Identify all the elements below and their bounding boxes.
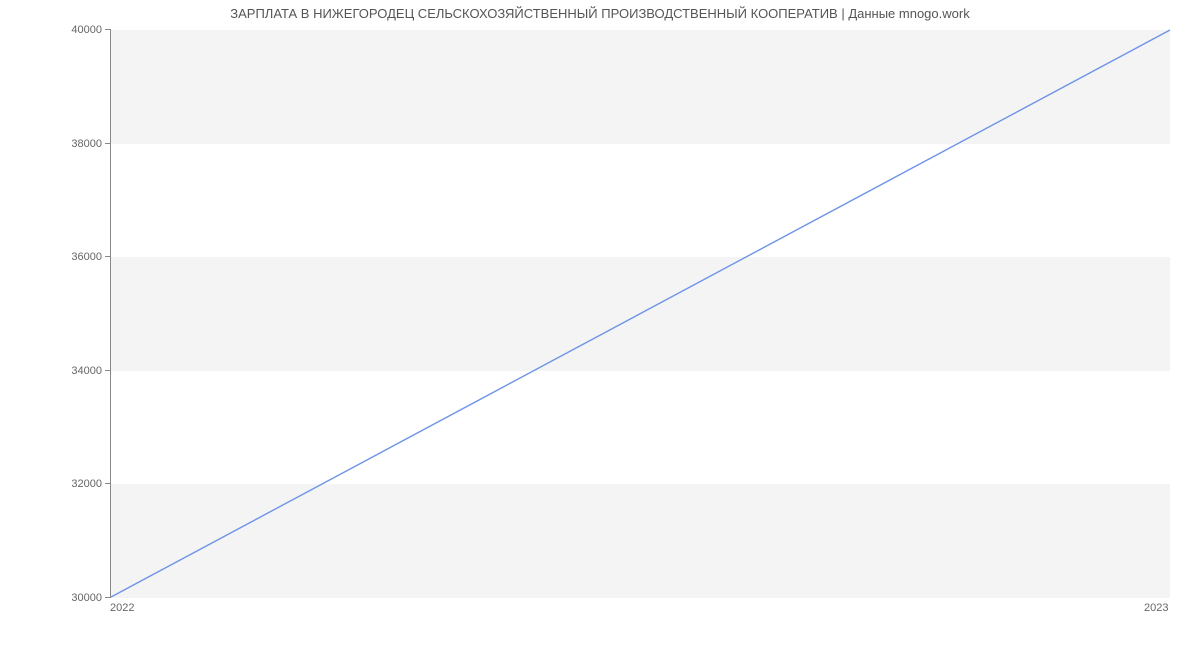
y-tick: [105, 597, 111, 598]
x-tick-label: 2023: [1144, 602, 1168, 614]
y-tick-label: 30000: [22, 592, 102, 604]
y-tick-label: 36000: [22, 251, 102, 263]
y-tick-label: 32000: [22, 478, 102, 490]
series-line: [111, 30, 1170, 597]
plot-area: [110, 30, 1170, 598]
x-tick-label: 2022: [110, 602, 134, 614]
y-tick-label: 38000: [22, 138, 102, 150]
series-svg: [111, 30, 1170, 597]
chart-title: ЗАРПЛАТА В НИЖЕГОРОДЕЦ СЕЛЬСКОХОЗЯЙСТВЕН…: [0, 6, 1200, 21]
y-tick-label: 40000: [22, 24, 102, 36]
y-tick-label: 34000: [22, 365, 102, 377]
line-chart: ЗАРПЛАТА В НИЖЕГОРОДЕЦ СЕЛЬСКОХОЗЯЙСТВЕН…: [0, 0, 1200, 650]
